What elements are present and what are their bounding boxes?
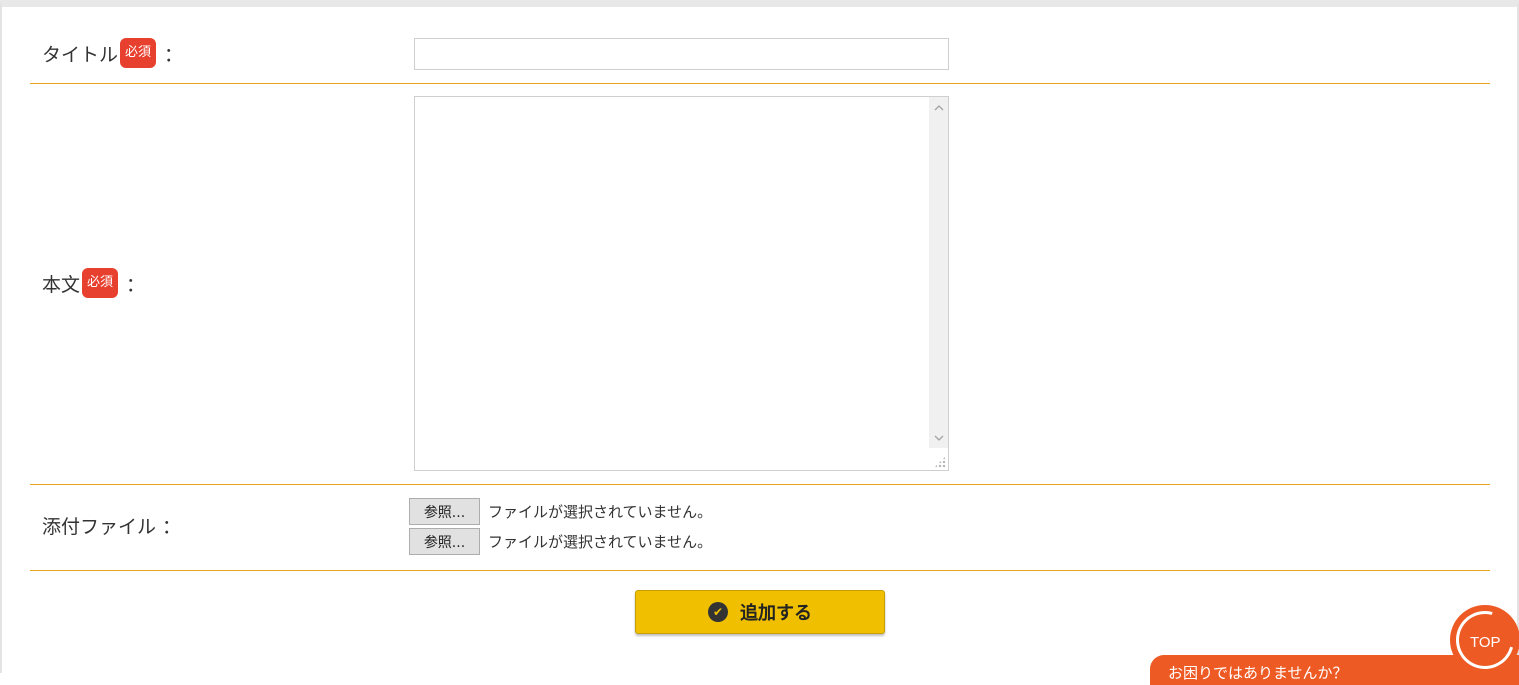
body-label-group: 本文 必須 ： — [42, 268, 145, 298]
check-circle-icon: ✔ — [708, 602, 728, 622]
back-to-top-button[interactable]: TOP — [1450, 605, 1519, 675]
attachment-label: 添付ファイル — [42, 516, 157, 538]
chevron-up-icon[interactable] — [929, 100, 948, 116]
browse-button[interactable]: 参照... — [409, 498, 480, 525]
add-button-label: 追加する — [740, 603, 812, 624]
required-badge: 必須 — [120, 38, 157, 68]
file-input-1[interactable]: 参照... ファイルが選択されていません。 — [409, 498, 712, 525]
label-colon: ： — [162, 516, 182, 538]
attachment-label-group: 添付ファイル ： — [42, 512, 181, 539]
browse-button[interactable]: 参照... — [409, 528, 480, 555]
file-status: ファイルが選択されていません。 — [488, 533, 713, 551]
add-button[interactable]: ✔ 追加する — [635, 590, 885, 634]
file-input-2[interactable]: 参照... ファイルが選択されていません。 — [409, 528, 712, 555]
chevron-down-icon[interactable] — [929, 430, 948, 446]
row-divider — [30, 484, 1490, 485]
title-label-group: タイトル 必須 ： — [42, 38, 183, 68]
body-label: 本文 — [42, 273, 81, 296]
file-status: ファイルが選択されていません。 — [488, 503, 713, 521]
body-textarea[interactable] — [414, 96, 949, 471]
help-text: お困りではありませんか？ — [1168, 664, 1348, 682]
row-divider — [30, 83, 1490, 84]
row-divider — [30, 570, 1490, 571]
required-badge: 必須 — [82, 268, 119, 298]
title-input[interactable] — [414, 38, 949, 70]
label-colon: ： — [164, 43, 184, 66]
textarea-scrollbar[interactable] — [929, 97, 948, 448]
resize-grip-icon[interactable] — [934, 456, 946, 468]
top-label: TOP — [1470, 634, 1501, 651]
title-label: タイトル — [42, 43, 119, 66]
label-colon: ： — [126, 273, 146, 296]
